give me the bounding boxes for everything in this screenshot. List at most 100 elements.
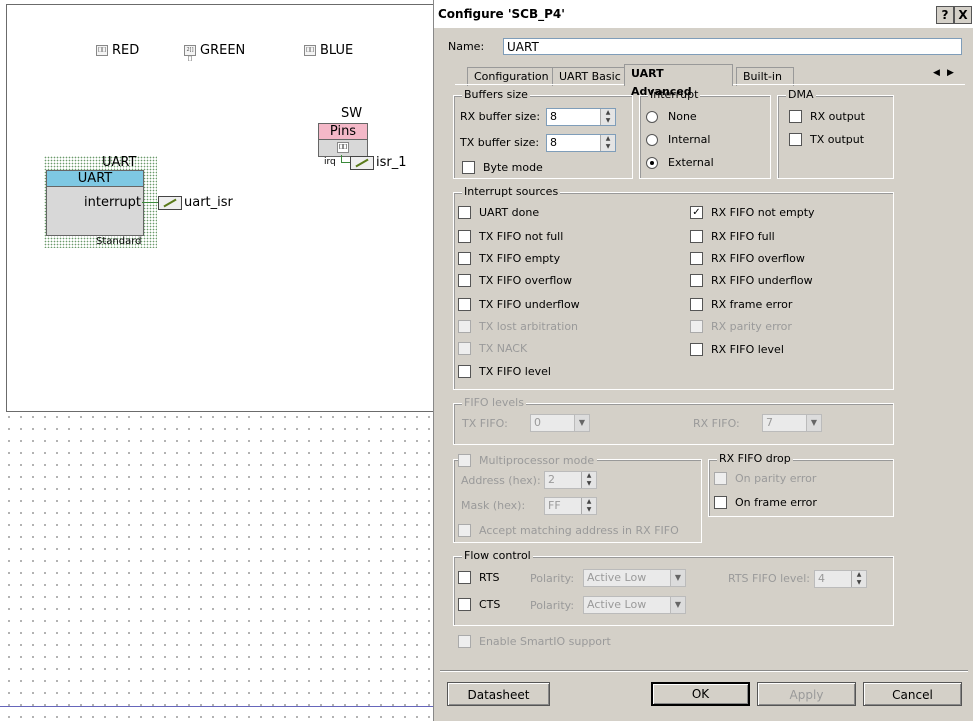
- byte-mode-label: Byte mode: [483, 161, 543, 174]
- name-input[interactable]: UART: [503, 38, 962, 55]
- rx-frame-error-checkbox[interactable]: RX frame error: [690, 298, 792, 311]
- multiprocessor-mode-checkbox: Multiprocessor mode: [458, 454, 598, 467]
- dma-rx-output-checkbox[interactable]: RX output: [789, 110, 865, 123]
- canvas-divider: [0, 706, 433, 707]
- spinner-arrows-icon[interactable]: ▲ ▼: [600, 135, 615, 151]
- interrupt-external-radio[interactable]: External: [646, 156, 714, 169]
- spinner-arrows-icon[interactable]: ▲ ▼: [600, 109, 615, 125]
- pins-header: Pins: [319, 124, 367, 140]
- isr-1-label: isr_1: [376, 155, 407, 170]
- rts-polarity-select: Active Low ▼: [583, 569, 686, 587]
- checkbox-label: RTS: [479, 571, 500, 584]
- checkbox-label: TX output: [810, 133, 865, 146]
- combo-value: 0: [534, 416, 541, 429]
- group-title: RX FIFO drop: [717, 452, 793, 465]
- interrupt-none-radio[interactable]: None: [646, 110, 697, 123]
- rx-parity-error-checkbox: RX parity error: [690, 320, 792, 333]
- chevron-down-icon: ▼: [670, 597, 685, 613]
- spinner-arrows-icon: ▲ ▼: [581, 498, 596, 514]
- group-title: DMA: [786, 88, 816, 101]
- tx-nack-checkbox: TX NACK: [458, 342, 527, 355]
- rts-fifo-level-label: RTS FIFO level:: [728, 572, 810, 585]
- rx-fifo-level-checkbox[interactable]: RX FIFO level: [690, 343, 784, 356]
- group-title: Flow control: [462, 549, 533, 562]
- help-button[interactable]: ?: [936, 6, 954, 24]
- apply-button: Apply: [757, 682, 856, 706]
- tx-fifo-empty-checkbox[interactable]: TX FIFO empty: [458, 252, 560, 265]
- cts-checkbox[interactable]: CTS: [458, 598, 500, 611]
- ok-button[interactable]: OK: [651, 682, 750, 706]
- dma-tx-output-checkbox[interactable]: TX output: [789, 133, 864, 146]
- checkbox-label: RX output: [810, 110, 865, 123]
- pin-label-blue: BLUE: [320, 43, 354, 58]
- drop-on-parity-error-checkbox: On parity error: [714, 472, 816, 485]
- tab-uart-advanced[interactable]: UART Advanced: [624, 64, 733, 98]
- checkbox-label: On parity error: [735, 472, 817, 485]
- checkbox-label: RX parity error: [711, 320, 792, 333]
- wire: [341, 162, 350, 163]
- rx-fifo-not-empty-checkbox[interactable]: ✓ RX FIFO not empty: [690, 206, 815, 219]
- tx-fifo-level-label: TX FIFO:: [462, 417, 508, 430]
- enable-smartio-checkbox: Enable SmartIO support: [458, 635, 611, 648]
- mask-label: Mask (hex):: [461, 499, 526, 512]
- pin-label-red: RED: [112, 43, 140, 58]
- rx-buffer-size-input[interactable]: 8 ▲ ▼: [546, 108, 616, 126]
- interrupt-terminal: interrupt: [84, 195, 141, 210]
- checkbox-label: RX FIFO underflow: [711, 274, 813, 287]
- radio-label: Internal: [668, 133, 711, 146]
- tx-fifo-not-full-checkbox[interactable]: TX FIFO not full: [458, 230, 563, 243]
- footer-divider: [440, 670, 968, 672]
- wire: [142, 202, 158, 203]
- drop-on-frame-error-checkbox[interactable]: On frame error: [714, 496, 817, 509]
- checkbox-label: TX lost arbitration: [479, 320, 579, 333]
- pin-green[interactable]: 2[][] GREEN: [184, 43, 246, 62]
- rts-fifo-level-input: 4 ▲ ▼: [814, 570, 867, 588]
- schematic-canvas[interactable]: [][] RED 2[][] GREEN [][] BLUE UART UART…: [0, 0, 434, 721]
- chevron-down-icon: ▼: [670, 570, 685, 586]
- tab-scroll-right-icon[interactable]: ▶: [947, 68, 954, 78]
- pin-icon: [][]: [304, 45, 316, 56]
- rx-fifo-overflow-checkbox[interactable]: RX FIFO overflow: [690, 252, 805, 265]
- rts-fifo-level-value: 4: [818, 572, 825, 585]
- dialog-title: Configure 'SCB_P4': [438, 7, 565, 21]
- uart-done-checkbox[interactable]: UART done: [458, 206, 539, 219]
- group-title: Interrupt sources: [462, 185, 561, 198]
- tx-fifo-underflow-checkbox[interactable]: TX FIFO underflow: [458, 298, 580, 311]
- cancel-button[interactable]: Cancel: [863, 682, 962, 706]
- rx-fifo-underflow-checkbox[interactable]: RX FIFO underflow: [690, 274, 813, 287]
- pin-red[interactable]: [][] RED: [96, 43, 139, 58]
- isr-icon[interactable]: [350, 156, 374, 170]
- tx-fifo-level-checkbox[interactable]: TX FIFO level: [458, 365, 551, 378]
- isr-icon[interactable]: [158, 196, 182, 210]
- irq-terminal: irq: [324, 157, 336, 167]
- close-button[interactable]: X: [954, 6, 972, 24]
- pin-icon: [][]: [96, 45, 108, 56]
- flow-control-group: Flow control: [453, 549, 894, 626]
- radio-label: External: [668, 156, 714, 169]
- byte-mode-checkbox[interactable]: Byte mode: [462, 161, 543, 174]
- sw-pins-symbol[interactable]: Pins [][]: [318, 123, 368, 157]
- checkbox-label: RX FIFO level: [711, 343, 784, 356]
- interrupt-internal-radio[interactable]: Internal: [646, 133, 710, 146]
- tx-buffer-value: 8: [550, 136, 557, 149]
- checkbox-label: TX FIFO not full: [479, 230, 564, 243]
- pin-label-green: GREEN: [200, 43, 246, 58]
- rts-checkbox[interactable]: RTS: [458, 571, 500, 584]
- dialog-titlebar[interactable]: Configure 'SCB_P4' ? X: [434, 0, 973, 28]
- chevron-down-icon: ▼: [806, 415, 821, 431]
- uart-symbol[interactable]: UART interrupt: [46, 170, 144, 236]
- tab-scroll-left-icon[interactable]: ◀: [933, 68, 940, 78]
- chevron-down-icon: ▼: [574, 415, 589, 431]
- checkbox-label: TX FIFO overflow: [479, 274, 572, 287]
- checkbox-label: RX FIFO not empty: [711, 206, 815, 219]
- uart-component[interactable]: UART UART interrupt Standard: [44, 155, 157, 248]
- rx-fifo-level-label: RX FIFO:: [693, 417, 740, 430]
- pin-blue[interactable]: [][] BLUE: [304, 43, 353, 58]
- rx-fifo-level-select: 7 ▼: [762, 414, 822, 432]
- spinner-arrows-icon: ▲ ▼: [851, 571, 866, 587]
- group-title: FIFO levels: [462, 396, 526, 409]
- rx-fifo-full-checkbox[interactable]: RX FIFO full: [690, 230, 775, 243]
- tx-fifo-overflow-checkbox[interactable]: TX FIFO overflow: [458, 274, 572, 287]
- datasheet-button[interactable]: Datasheet: [447, 682, 550, 706]
- tx-buffer-size-input[interactable]: 8 ▲ ▼: [546, 134, 616, 152]
